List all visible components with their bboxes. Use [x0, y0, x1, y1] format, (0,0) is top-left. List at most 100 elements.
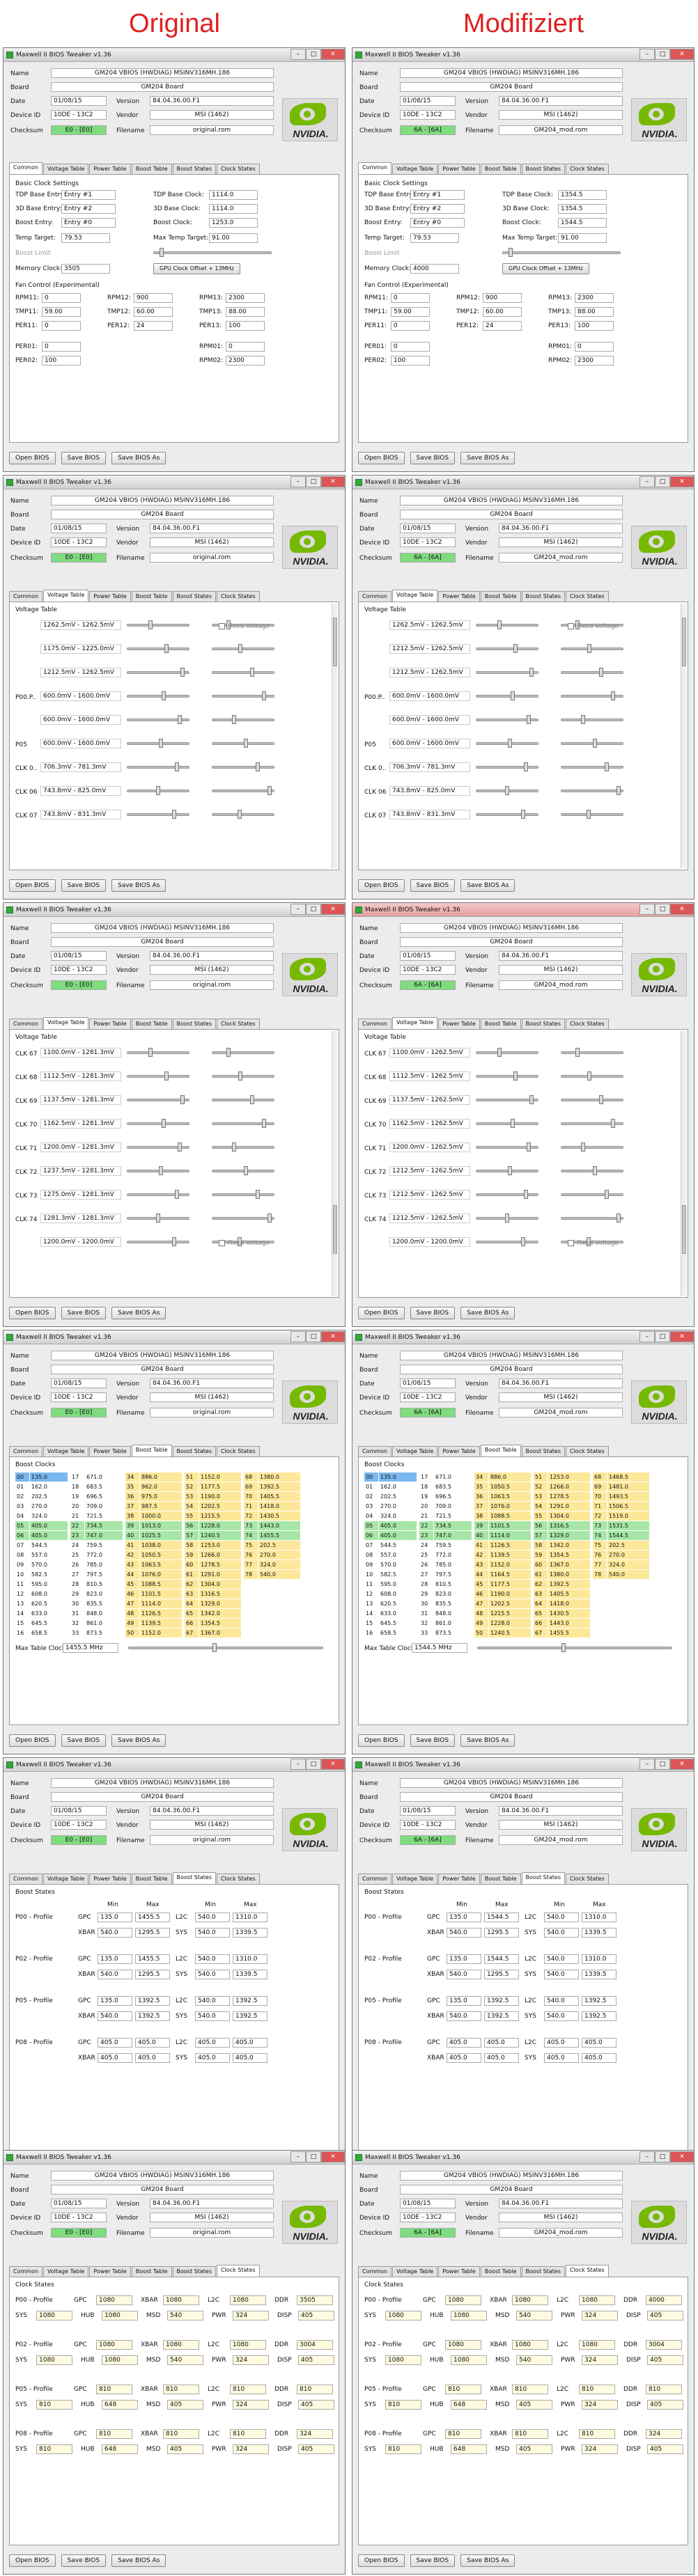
- tab-power-table[interactable]: Power Table: [438, 1874, 480, 1884]
- slider-thumb[interactable]: [156, 786, 160, 795]
- save-bios-button[interactable]: Save BIOS: [410, 1307, 456, 1319]
- temp-target-input[interactable]: 79.53: [61, 233, 110, 243]
- slider-thumb[interactable]: [505, 1214, 509, 1223]
- fan-param-input[interactable]: 0: [42, 321, 81, 331]
- clock-value-field[interactable]: 324: [646, 2429, 682, 2439]
- maximize-button[interactable]: □: [655, 1331, 670, 1342]
- tab-boost-states[interactable]: Boost States: [172, 164, 216, 174]
- fixed-voltage-checkbox[interactable]: [219, 1240, 225, 1246]
- maximize-button[interactable]: □: [306, 2151, 321, 2162]
- slider-thumb[interactable]: [611, 691, 615, 700]
- min-value-field[interactable]: 405.0: [98, 2053, 132, 2063]
- clock-value-field[interactable]: 810: [385, 2400, 421, 2410]
- save-bios-as-button[interactable]: Save BIOS As: [111, 2554, 166, 2567]
- min-value-field[interactable]: 540.0: [544, 2011, 579, 2021]
- slider-thumb[interactable]: [267, 1214, 272, 1223]
- clock-value-field[interactable]: 1080: [512, 2340, 548, 2350]
- max-value-field[interactable]: 1310.0: [582, 1913, 616, 1922]
- close-button[interactable]: ✕: [670, 904, 694, 915]
- clock-value-field[interactable]: 1080: [36, 2355, 72, 2365]
- min-value-field[interactable]: 540.0: [195, 1928, 230, 1938]
- max-value-field[interactable]: 1339.5: [233, 1928, 267, 1938]
- clock-value-field[interactable]: 810: [36, 2444, 72, 2454]
- fixed-voltage-checkbox[interactable]: [219, 623, 225, 629]
- slider-thumb[interactable]: [611, 1119, 615, 1128]
- tab-boost-states[interactable]: Boost States: [172, 1446, 216, 1456]
- clock-value-field[interactable]: 810: [445, 2429, 481, 2439]
- maximize-button[interactable]: □: [655, 1759, 670, 1770]
- maximize-button[interactable]: □: [306, 476, 321, 487]
- max-value-field[interactable]: 1295.5: [135, 1970, 170, 1979]
- clock-value-field[interactable]: 540: [167, 2355, 203, 2365]
- d3-base-clock-input[interactable]: 1354.5: [558, 204, 607, 214]
- minimize-button[interactable]: –: [290, 1331, 306, 1342]
- tab-boost-table[interactable]: Boost Table: [480, 2266, 521, 2277]
- slider-thumb[interactable]: [262, 691, 266, 700]
- tab-common[interactable]: Common: [9, 1874, 43, 1884]
- voltage-slider-min[interactable]: [476, 762, 538, 771]
- minimize-button[interactable]: –: [639, 1331, 655, 1342]
- max-temp-input[interactable]: 91.00: [558, 233, 607, 243]
- tab-power-table[interactable]: Power Table: [89, 164, 131, 174]
- max-value-field[interactable]: 1392.5: [135, 2011, 170, 2021]
- vertical-scrollbar[interactable]: [332, 1031, 337, 1296]
- voltage-slider-min[interactable]: [127, 739, 189, 748]
- slider-thumb[interactable]: [159, 1166, 163, 1175]
- voltage-slider-max[interactable]: [561, 786, 623, 795]
- tab-voltage-table[interactable]: Voltage Table: [43, 2266, 89, 2277]
- min-value-field[interactable]: 405.0: [544, 2053, 579, 2063]
- clock-value-field[interactable]: 1080: [445, 2340, 481, 2350]
- clock-value-field[interactable]: 810: [163, 2385, 199, 2394]
- clock-value-field[interactable]: 1080: [230, 2295, 266, 2305]
- tdp-base-entry-select[interactable]: Entry #1: [61, 190, 116, 200]
- clock-value-field[interactable]: 324: [233, 2355, 269, 2365]
- voltage-slider-min[interactable]: [476, 1071, 538, 1081]
- close-button[interactable]: ✕: [670, 49, 694, 60]
- max-value-field[interactable]: 1310.0: [233, 1913, 267, 1922]
- voltage-slider-min[interactable]: [127, 1142, 189, 1152]
- maximize-button[interactable]: □: [306, 49, 321, 60]
- close-button[interactable]: ✕: [670, 1331, 694, 1342]
- voltage-slider-max[interactable]: [561, 1119, 623, 1128]
- tab-clock-states[interactable]: Clock States: [565, 164, 609, 174]
- clock-value-field[interactable]: 1080: [512, 2295, 548, 2305]
- tab-boost-states[interactable]: Boost States: [172, 1872, 216, 1884]
- clock-value-field[interactable]: 405: [516, 2444, 552, 2454]
- fan-per-input[interactable]: 0: [391, 342, 430, 352]
- voltage-slider-max[interactable]: [212, 1166, 274, 1175]
- clock-value-field[interactable]: 1080: [96, 2295, 132, 2305]
- clock-value-field[interactable]: 1080: [385, 2311, 421, 2320]
- tab-boost-table[interactable]: Boost Table: [131, 1445, 172, 1456]
- voltage-slider-max[interactable]: [561, 1166, 623, 1175]
- close-button[interactable]: ✕: [321, 49, 345, 60]
- d3-base-clock-input[interactable]: 1114.0: [209, 204, 258, 214]
- tab-power-table[interactable]: Power Table: [438, 164, 480, 174]
- save-bios-button[interactable]: Save BIOS: [61, 1307, 107, 1319]
- clock-value-field[interactable]: 1080: [579, 2340, 615, 2350]
- voltage-slider-min[interactable]: [476, 715, 538, 724]
- fan-param-input[interactable]: 24: [134, 321, 173, 331]
- max-temp-input[interactable]: 91.00: [209, 233, 258, 243]
- slider-thumb[interactable]: [497, 1048, 502, 1057]
- tab-voltage-table[interactable]: Voltage Table: [43, 1017, 89, 1029]
- max-value-field[interactable]: 405.0: [582, 2038, 616, 2048]
- voltage-slider-min[interactable]: [476, 739, 538, 748]
- min-value-field[interactable]: 540.0: [195, 1970, 230, 1979]
- clock-value-field[interactable]: 1080: [163, 2340, 199, 2350]
- tab-common[interactable]: Common: [358, 1874, 392, 1884]
- max-value-field[interactable]: 1295.5: [484, 1970, 519, 1979]
- slider-thumb[interactable]: [156, 1214, 160, 1223]
- tab-common[interactable]: Common: [358, 2266, 392, 2277]
- vertical-scrollbar[interactable]: [681, 1031, 686, 1296]
- voltage-slider-min[interactable]: [127, 1166, 189, 1175]
- save-bios-as-button[interactable]: Save BIOS As: [460, 1307, 515, 1319]
- fan-per-input[interactable]: 100: [42, 356, 81, 366]
- slider-thumb[interactable]: [599, 668, 603, 677]
- slider-thumb[interactable]: [521, 1237, 525, 1246]
- maximize-button[interactable]: □: [306, 1331, 321, 1342]
- slider-thumb[interactable]: [587, 644, 591, 653]
- slider-thumb[interactable]: [250, 668, 254, 677]
- clock-value-field[interactable]: 1080: [445, 2295, 481, 2305]
- tab-clock-states[interactable]: Clock States: [565, 591, 609, 602]
- min-value-field[interactable]: 135.0: [447, 1954, 481, 1964]
